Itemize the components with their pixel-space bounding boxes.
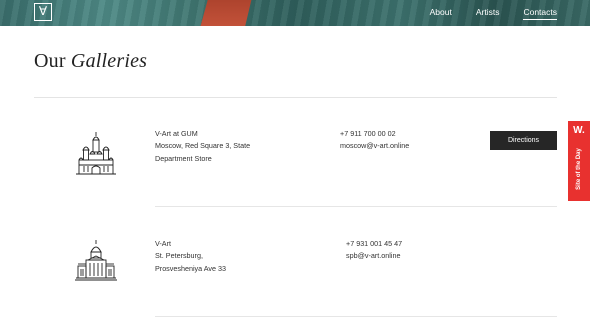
gallery-address: V-Art at GUM Moscow, Red Square 3, State…	[155, 128, 295, 165]
directions-button[interactable]: Directions	[490, 131, 557, 150]
gallery-address: V-Art St. Petersburg, Prosvesheniya Ave …	[155, 238, 295, 275]
main-nav: About Artists Contacts	[430, 6, 557, 20]
gallery-name: V-Art	[155, 239, 171, 248]
gallery-name: V-Art at GUM	[155, 129, 198, 138]
address-line: St. Petersburg,	[155, 251, 203, 261]
address-line: Department Store	[155, 153, 212, 163]
page-title: Our Galleries	[34, 50, 147, 73]
nav-artists[interactable]: Artists	[476, 6, 500, 20]
email-link[interactable]: moscow@v-art.online	[340, 140, 409, 152]
divider	[155, 206, 557, 207]
header-banner: ∀ About Artists Contacts	[0, 0, 590, 26]
page-title-italic: Galleries	[70, 50, 148, 72]
badge-label: Site of the Day	[576, 148, 582, 190]
divider	[155, 316, 557, 317]
gallery-contacts: +7 931 001 45 47 spb@v-art.online	[346, 238, 402, 263]
palace-building-icon	[75, 240, 117, 281]
divider	[34, 97, 557, 98]
logo-icon[interactable]: ∀	[34, 3, 52, 21]
nav-about[interactable]: About	[430, 6, 452, 20]
gallery-contacts: +7 911 700 00 02 moscow@v-art.online	[340, 128, 409, 153]
address-line: Prosvesheniya Ave 33	[155, 263, 226, 273]
email-link[interactable]: spb@v-art.online	[346, 250, 402, 262]
site-of-the-day-badge[interactable]: W. Site of the Day	[568, 121, 590, 201]
nav-contacts[interactable]: Contacts	[523, 6, 557, 20]
banner-painting-sail	[200, 0, 252, 26]
phone-link[interactable]: +7 931 001 45 47	[346, 238, 402, 250]
address-line: Moscow, Red Square 3, State	[155, 141, 251, 151]
phone-link[interactable]: +7 911 700 00 02	[340, 128, 409, 140]
st-basils-cathedral-icon	[76, 132, 116, 175]
page-title-plain: Our	[34, 50, 66, 72]
